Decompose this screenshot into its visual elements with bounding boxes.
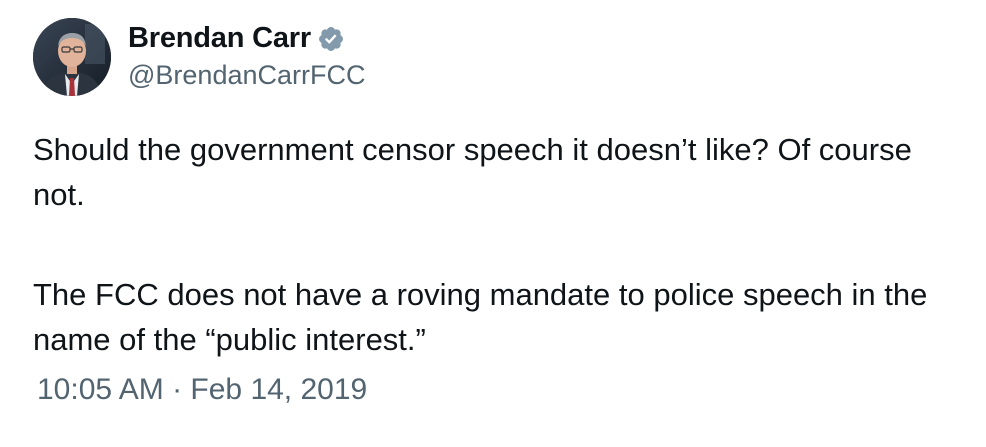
tweet-timestamp[interactable]: 10:05 AM · Feb 14, 2019: [37, 373, 367, 407]
avatar[interactable]: [33, 18, 111, 96]
author-name-row: Brendan Carr: [128, 18, 345, 58]
verified-badge-icon: [317, 25, 345, 53]
tweet-card: Brendan Carr @BrendanCarrFCC Should the …: [0, 0, 986, 447]
avatar-photo: [33, 18, 111, 96]
tweet-text-paragraph-1: Should the government censor speech it d…: [33, 132, 912, 212]
author-handle[interactable]: @BrendanCarrFCC: [128, 60, 365, 91]
tweet-text-paragraph-2: The FCC does not have a roving mandate t…: [33, 277, 928, 357]
author-display-name[interactable]: Brendan Carr: [128, 22, 311, 55]
